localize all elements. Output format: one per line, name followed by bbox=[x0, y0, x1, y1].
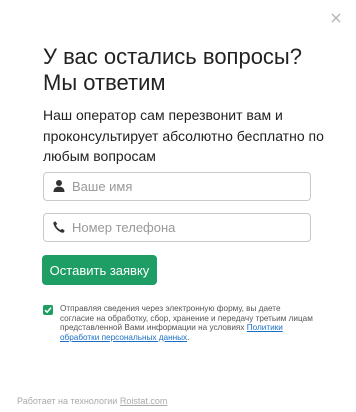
close-icon[interactable] bbox=[327, 9, 345, 27]
phone-icon bbox=[52, 220, 66, 234]
check-icon bbox=[44, 307, 52, 314]
consent-tail: . bbox=[187, 332, 190, 342]
consent-checkbox[interactable] bbox=[43, 305, 53, 315]
phone-field[interactable] bbox=[43, 213, 311, 242]
name-input[interactable] bbox=[72, 173, 302, 200]
powered-by-text: Работает на технологии bbox=[17, 396, 118, 406]
submit-button[interactable]: Оставить заявку bbox=[42, 255, 157, 285]
user-icon bbox=[52, 179, 66, 193]
name-field[interactable] bbox=[43, 172, 311, 201]
roistat-link[interactable]: Roistat.com bbox=[120, 396, 168, 406]
consent-text: Отправляя сведения через электронную фор… bbox=[60, 304, 316, 342]
title-line-2: Мы ответим bbox=[43, 70, 166, 95]
powered-by: Работает на технологии Roistat.com bbox=[17, 396, 167, 406]
popup-title: У вас остались вопросы? Мы ответим bbox=[43, 44, 343, 96]
popup-subtitle: Наш оператор сам перезвонит вам и прокон… bbox=[43, 107, 324, 164]
title-line-1: У вас остались вопросы? bbox=[43, 44, 302, 69]
phone-input[interactable] bbox=[72, 214, 302, 241]
